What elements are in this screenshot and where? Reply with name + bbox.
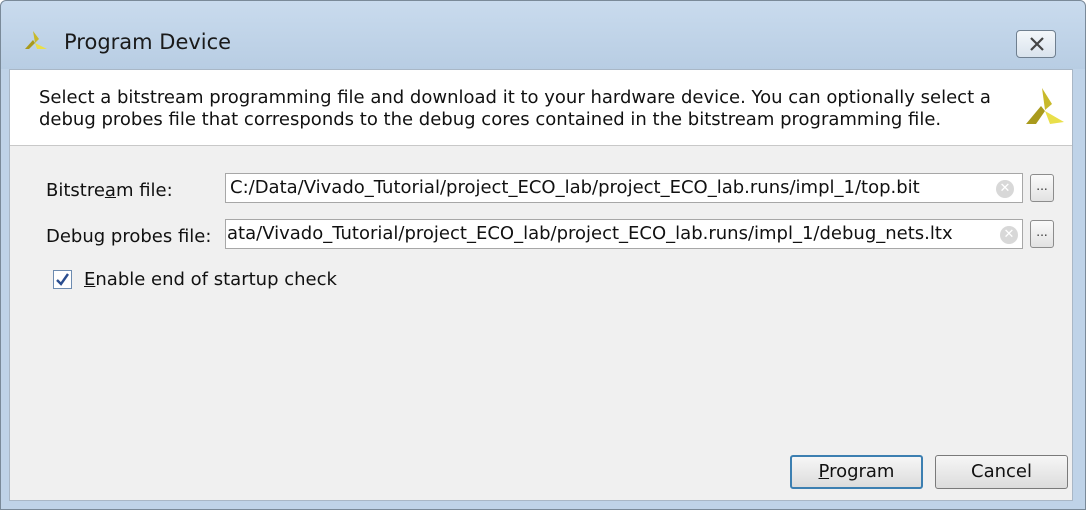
bitstream-label-part1: Bitstre xyxy=(46,180,105,201)
bitstream-file-label: Bitstream file: xyxy=(46,180,173,201)
debug-probes-file-label: Debug probes file: xyxy=(46,226,212,247)
description-header: Select a bitstream programming file and … xyxy=(10,70,1072,146)
checkmark-icon xyxy=(56,273,69,286)
debug-probes-browse-button[interactable]: ... xyxy=(1030,220,1054,248)
program-label: rogram xyxy=(829,461,895,482)
xilinx-logo-icon xyxy=(25,31,47,49)
close-button[interactable] xyxy=(1016,30,1056,58)
startup-check-checkbox[interactable] xyxy=(53,270,72,289)
program-button[interactable]: Program xyxy=(790,455,923,489)
debug-probes-file-input[interactable]: )ata/Vivado_Tutorial/project_ECO_lab/pro… xyxy=(225,219,1023,249)
startup-check-label[interactable]: Enable end of startup check xyxy=(84,269,337,290)
bitstream-label-mnemonic: a xyxy=(104,180,116,201)
clear-field-icon[interactable]: ✕ xyxy=(996,180,1014,198)
close-icon xyxy=(1030,37,1044,51)
title-bar[interactable]: Program Device xyxy=(1,1,1085,69)
bitstream-browse-button[interactable]: ... xyxy=(1030,174,1054,202)
program-mnemonic: P xyxy=(818,461,830,482)
window-title: Program Device xyxy=(64,30,232,54)
bitstream-label-part2: m file: xyxy=(115,180,173,201)
bitstream-file-value: C:/Data/Vivado_Tutorial/project_ECO_lab/… xyxy=(230,177,920,198)
cancel-button[interactable]: Cancel xyxy=(935,455,1068,489)
xilinx-logo-icon xyxy=(1026,88,1064,124)
startup-check-mnemonic: E xyxy=(84,269,96,290)
program-device-dialog: Program Device Select a bitstream progra… xyxy=(0,0,1086,510)
startup-check-label-text: nable end of startup check xyxy=(95,269,337,290)
bitstream-file-input[interactable]: C:/Data/Vivado_Tutorial/project_ECO_lab/… xyxy=(225,173,1023,203)
debug-probes-file-value: )ata/Vivado_Tutorial/project_ECO_lab/pro… xyxy=(225,223,953,244)
description-text: Select a bitstream programming file and … xyxy=(39,87,991,130)
clear-field-icon[interactable]: ✕ xyxy=(1000,226,1018,244)
dialog-content: Select a bitstream programming file and … xyxy=(9,69,1073,501)
